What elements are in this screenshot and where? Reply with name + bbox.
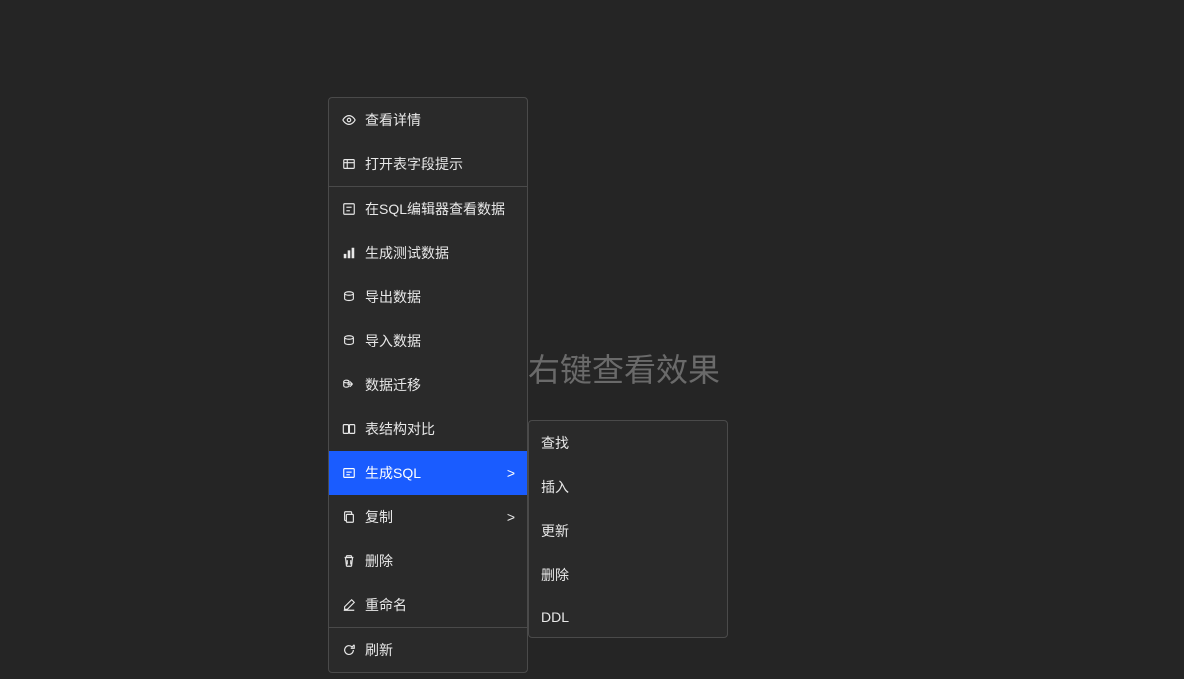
compare-icon [341, 421, 357, 437]
bar-chart-icon [341, 245, 357, 261]
submenu-item-insert[interactable]: 插入 [529, 465, 727, 509]
submenu-item-ddl[interactable]: DDL [529, 597, 727, 637]
menu-item-sql-editor[interactable]: 在SQL编辑器查看数据 [329, 187, 527, 231]
copy-icon [341, 509, 357, 525]
submenu-item-label: 查找 [541, 433, 715, 453]
menu-item-label: 生成测试数据 [365, 243, 515, 263]
migrate-icon [341, 377, 357, 393]
menu-item-label: 查看详情 [365, 110, 515, 130]
submenu-item-label: 插入 [541, 477, 715, 497]
menu-item-table-compare[interactable]: 表结构对比 [329, 407, 527, 451]
menu-item-label: 导出数据 [365, 287, 515, 307]
refresh-icon [341, 642, 357, 658]
menu-item-refresh[interactable]: 刷新 [329, 628, 527, 672]
menu-item-open-table-fields[interactable]: 打开表字段提示 [329, 142, 527, 186]
menu-item-label: 刷新 [365, 640, 515, 660]
menu-item-generate-test-data[interactable]: 生成测试数据 [329, 231, 527, 275]
menu-item-data-migration[interactable]: 数据迁移 [329, 363, 527, 407]
edit-icon [341, 597, 357, 613]
menu-item-label: 生成SQL [365, 463, 503, 483]
menu-item-import-data[interactable]: 导入数据 [329, 319, 527, 363]
submenu-item-update[interactable]: 更新 [529, 509, 727, 553]
menu-item-copy[interactable]: 复制 > [329, 495, 527, 539]
submenu-item-label: 删除 [541, 565, 715, 585]
chevron-right-icon: > [507, 509, 515, 525]
menu-item-label: 打开表字段提示 [365, 154, 515, 174]
generate-icon [341, 465, 357, 481]
submenu-item-label: DDL [541, 609, 715, 625]
menu-item-generate-sql[interactable]: 生成SQL > [329, 451, 527, 495]
menu-item-label: 表结构对比 [365, 419, 515, 439]
menu-item-rename[interactable]: 重命名 [329, 583, 527, 627]
sql-icon [341, 201, 357, 217]
export-icon [341, 289, 357, 305]
menu-item-label: 重命名 [365, 595, 515, 615]
menu-item-label: 复制 [365, 507, 503, 527]
menu-item-delete[interactable]: 删除 [329, 539, 527, 583]
submenu-item-select[interactable]: 查找 [529, 421, 727, 465]
chevron-right-icon: > [507, 465, 515, 481]
menu-item-label: 数据迁移 [365, 375, 515, 395]
trash-icon [341, 553, 357, 569]
menu-item-export-data[interactable]: 导出数据 [329, 275, 527, 319]
menu-item-label: 删除 [365, 551, 515, 571]
table-icon [341, 156, 357, 172]
context-menu: 查看详情 打开表字段提示 在SQL编辑器查看数据 生成测试数据 导出数据 导入数… [328, 97, 528, 673]
eye-icon [341, 112, 357, 128]
menu-item-view-details[interactable]: 查看详情 [329, 98, 527, 142]
submenu-generate-sql: 查找 插入 更新 删除 DDL [528, 420, 728, 638]
import-icon [341, 333, 357, 349]
submenu-item-delete[interactable]: 删除 [529, 553, 727, 597]
submenu-item-label: 更新 [541, 521, 715, 541]
menu-item-label: 在SQL编辑器查看数据 [365, 199, 515, 219]
menu-item-label: 导入数据 [365, 331, 515, 351]
